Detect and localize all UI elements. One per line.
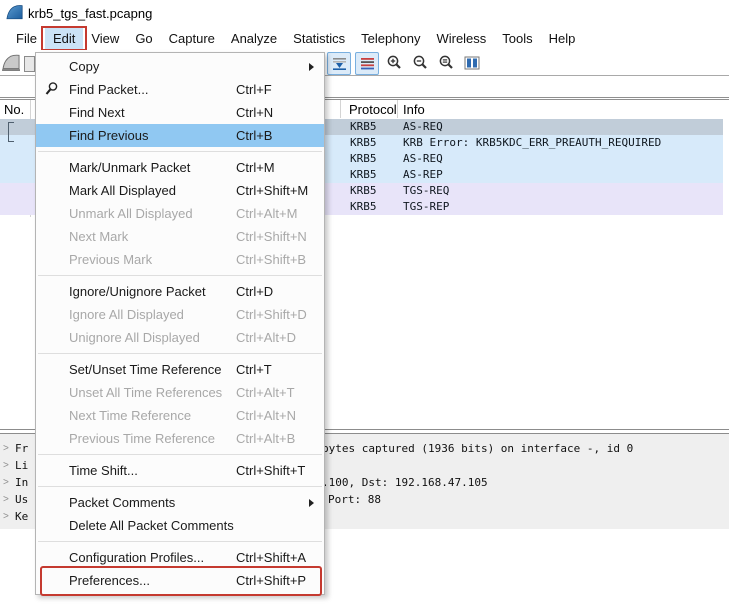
menu-item-find-packet[interactable]: Find Packet... Ctrl+F bbox=[36, 78, 324, 101]
zoom-reset-icon[interactable] bbox=[435, 52, 457, 73]
edit-menu-panel: Copy Find Packet... Ctrl+F Find Next Ctr… bbox=[35, 52, 325, 595]
menu-edit[interactable]: Edit bbox=[45, 27, 83, 50]
menu-item-time-shift[interactable]: Time Shift... Ctrl+Shift+T bbox=[36, 459, 324, 482]
menu-item-delete-all-packet-comments[interactable]: Delete All Packet Comments bbox=[36, 514, 324, 537]
resize-columns-icon[interactable] bbox=[461, 52, 483, 73]
menu-bar: File Edit View Go Capture Analyze Statis… bbox=[0, 27, 729, 50]
menu-item-mark-all-displayed[interactable]: Mark All Displayed Ctrl+Shift+M bbox=[36, 179, 324, 202]
menu-telephony[interactable]: Telephony bbox=[353, 27, 428, 50]
menu-item-set-unset-time-reference[interactable]: Set/Unset Time Reference Ctrl+T bbox=[36, 358, 324, 381]
column-divider[interactable] bbox=[340, 100, 341, 118]
frame-line-fragment: bytes captured (1936 bits) on interface … bbox=[322, 440, 633, 457]
column-header-protocol[interactable]: Protocol bbox=[349, 102, 397, 117]
expand-chevron-icon[interactable]: > bbox=[3, 474, 9, 491]
expand-chevron-icon[interactable]: > bbox=[3, 457, 9, 474]
menu-item-unignore-all-displayed[interactable]: Unignore All Displayed Ctrl+Alt+D bbox=[36, 326, 324, 349]
menu-item-preferences[interactable]: Preferences... Ctrl+Shift+P bbox=[36, 569, 324, 592]
menu-tools[interactable]: Tools bbox=[494, 27, 540, 50]
menu-help[interactable]: Help bbox=[541, 27, 584, 50]
menu-item-previous-mark[interactable]: Previous Mark Ctrl+Shift+B bbox=[36, 248, 324, 271]
menu-item-ignore-unignore-packet[interactable]: Ignore/Unignore Packet Ctrl+D bbox=[36, 280, 324, 303]
menu-analyze[interactable]: Analyze bbox=[223, 27, 285, 50]
title-bar: krb5_tgs_fast.pcapng bbox=[0, 0, 729, 27]
menu-statistics[interactable]: Statistics bbox=[285, 27, 353, 50]
column-header-no[interactable]: No. bbox=[4, 102, 24, 117]
menu-separator bbox=[38, 353, 322, 354]
zoom-in-icon[interactable] bbox=[383, 52, 405, 73]
menu-separator bbox=[38, 151, 322, 152]
menu-wireless[interactable]: Wireless bbox=[428, 27, 494, 50]
ip-line-fragment: .100, Dst: 192.168.47.105 bbox=[322, 474, 488, 491]
find-magnifier-icon bbox=[44, 81, 59, 97]
menu-view[interactable]: View bbox=[83, 27, 127, 50]
toolbar-partial-icon[interactable] bbox=[24, 56, 35, 72]
scroll-to-last-packet-icon[interactable] bbox=[327, 52, 351, 75]
menu-item-packet-comments[interactable]: Packet Comments bbox=[36, 491, 324, 514]
colorize-packets-icon[interactable] bbox=[355, 52, 379, 75]
zoom-out-icon[interactable] bbox=[409, 52, 431, 73]
menu-item-unmark-all-displayed[interactable]: Unmark All Displayed Ctrl+Alt+M bbox=[36, 202, 324, 225]
udp-line-fragment: Port: 88 bbox=[328, 491, 381, 508]
menu-separator bbox=[38, 454, 322, 455]
menu-item-ignore-all-displayed[interactable]: Ignore All Displayed Ctrl+Shift+D bbox=[36, 303, 324, 326]
menu-capture[interactable]: Capture bbox=[161, 27, 223, 50]
menu-item-configuration-profiles[interactable]: Configuration Profiles... Ctrl+Shift+A bbox=[36, 546, 324, 569]
window-title: krb5_tgs_fast.pcapng bbox=[28, 6, 152, 21]
capture-fin-icon[interactable] bbox=[2, 54, 21, 71]
menu-go[interactable]: Go bbox=[127, 27, 160, 50]
toolbar-right-group bbox=[327, 52, 483, 75]
menu-item-find-next[interactable]: Find Next Ctrl+N bbox=[36, 101, 324, 124]
wireshark-window: krb5_tgs_fast.pcapng File Edit View Go C… bbox=[0, 0, 729, 610]
menu-item-mark-unmark-packet[interactable]: Mark/Unmark Packet Ctrl+M bbox=[36, 156, 324, 179]
menu-item-next-mark[interactable]: Next Mark Ctrl+Shift+N bbox=[36, 225, 324, 248]
expand-chevron-icon[interactable]: > bbox=[3, 508, 9, 525]
submenu-arrow-icon bbox=[309, 63, 314, 71]
submenu-arrow-icon bbox=[309, 499, 314, 507]
menu-separator bbox=[38, 541, 322, 542]
menu-item-next-time-reference[interactable]: Next Time Reference Ctrl+Alt+N bbox=[36, 404, 324, 427]
expand-chevron-icon[interactable]: > bbox=[3, 491, 9, 508]
menu-item-find-previous[interactable]: Find Previous Ctrl+B bbox=[36, 124, 324, 147]
menu-separator bbox=[38, 275, 322, 276]
menu-item-copy[interactable]: Copy bbox=[36, 55, 324, 78]
menu-file[interactable]: File bbox=[8, 27, 45, 50]
expand-chevron-icon[interactable]: > bbox=[3, 440, 9, 457]
column-header-info[interactable]: Info bbox=[403, 102, 425, 117]
conversation-bracket bbox=[8, 122, 14, 142]
column-divider[interactable] bbox=[397, 100, 398, 118]
menu-item-unset-all-time-references[interactable]: Unset All Time References Ctrl+Alt+T bbox=[36, 381, 324, 404]
menu-item-previous-time-reference[interactable]: Previous Time Reference Ctrl+Alt+B bbox=[36, 427, 324, 450]
menu-separator bbox=[38, 486, 322, 487]
wireshark-logo-icon bbox=[6, 4, 24, 21]
